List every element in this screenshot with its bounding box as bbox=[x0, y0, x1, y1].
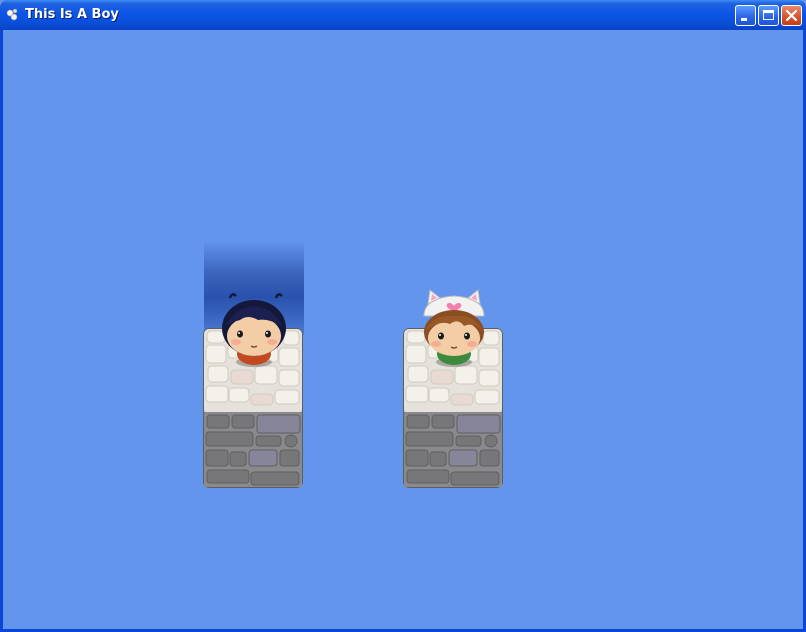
close-button[interactable] bbox=[781, 5, 802, 26]
boy-character[interactable] bbox=[214, 286, 294, 372]
title-bar[interactable]: This Is A Boy bbox=[0, 0, 806, 30]
app-icon bbox=[6, 8, 18, 21]
maximize-icon bbox=[763, 10, 774, 20]
maximize-button[interactable] bbox=[758, 5, 779, 26]
minimize-button[interactable] bbox=[735, 5, 756, 26]
game-canvas[interactable] bbox=[3, 30, 803, 629]
close-icon bbox=[785, 9, 798, 22]
app-window: This Is A Boy bbox=[0, 0, 806, 632]
cat-girl-character[interactable] bbox=[414, 286, 494, 372]
window-title: This Is A Boy bbox=[25, 7, 119, 22]
minimize-icon bbox=[741, 18, 747, 21]
